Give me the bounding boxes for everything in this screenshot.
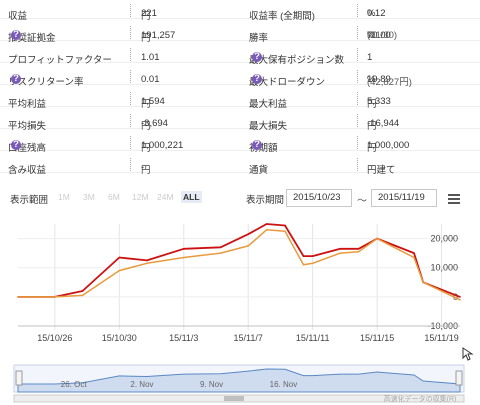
- series-point: [219, 252, 222, 254]
- navigator-footer-text: 高速化データの収集(R): [384, 394, 457, 403]
- series-point: [247, 233, 250, 235]
- series-point: [247, 245, 250, 247]
- navigator-date-label: 16. Nov: [270, 380, 298, 389]
- series-point: [219, 246, 222, 249]
- navigator-right-handle[interactable]: [455, 370, 463, 386]
- x-tick-label: 15/10/26: [37, 333, 72, 343]
- equity-chart: 15/10/26 15/10/30 15/11/3 15/11/7 15/11/11 15…: [13, 223, 465, 403]
- series-point: [459, 298, 461, 301]
- series-point: [357, 247, 360, 250]
- series-point: [265, 229, 268, 231]
- series-point: [413, 256, 415, 259]
- navigator-date-label: 2. Nov: [130, 380, 153, 389]
- series-point: [311, 262, 314, 265]
- series-point: [376, 237, 378, 240]
- y-tick-label: 10,000: [430, 263, 458, 273]
- series-point: [311, 255, 314, 257]
- x-tick-label: 15/11/19: [424, 333, 458, 343]
- series-point: [284, 230, 286, 233]
- mouse-cursor-icon: [462, 347, 474, 361]
- navigator-left-handle[interactable]: [15, 370, 23, 386]
- series-point: [413, 252, 415, 254]
- scrollbar-thumb[interactable]: [224, 396, 244, 401]
- series-point: [81, 290, 84, 292]
- series-point: [265, 223, 268, 225]
- series-point: [118, 256, 121, 259]
- series-point: [357, 250, 360, 253]
- navigator-date-label: 26. Oct: [61, 380, 88, 389]
- series-point: [339, 252, 342, 254]
- series-point: [284, 224, 286, 227]
- series-point: [459, 296, 461, 298]
- x-tick-label: 15/10/30: [102, 333, 137, 343]
- y-tick-label: 20,000: [430, 234, 458, 244]
- series-point: [182, 247, 185, 250]
- series-point: [302, 255, 305, 257]
- series-point: [146, 262, 148, 265]
- series-point: [17, 296, 19, 298]
- series-point: [339, 247, 342, 250]
- x-tick-label: 15/11/3: [169, 333, 198, 343]
- series-point: [182, 256, 185, 259]
- series-point: [302, 264, 305, 266]
- x-tick-label: 15/11/15: [360, 333, 394, 343]
- series-line-red: [18, 223, 461, 298]
- series-point: [54, 296, 56, 298]
- series-point: [118, 269, 121, 272]
- series-point: [146, 259, 148, 262]
- series-point: [422, 281, 424, 284]
- x-tick-label: 15/11/7: [234, 333, 263, 343]
- series-point: [81, 294, 84, 297]
- x-tick-label: 15/11/11: [296, 333, 330, 343]
- navigator-date-label: 9. Nov: [200, 380, 223, 389]
